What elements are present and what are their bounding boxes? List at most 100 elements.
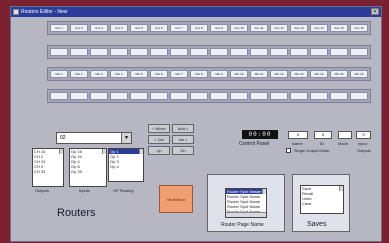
saves-list[interactable]: Save Recall Undo Clear bbox=[300, 185, 344, 214]
inputs-list-scrollbar[interactable] bbox=[102, 149, 106, 154]
router-cell[interactable] bbox=[290, 48, 308, 56]
router-cell[interactable]: Aux 9 bbox=[210, 24, 228, 32]
app-icon[interactable] bbox=[13, 9, 19, 15]
router-cell[interactable] bbox=[350, 48, 368, 56]
router-cell[interactable]: Aux 13 bbox=[290, 24, 308, 32]
router-cell[interactable]: Aux 14 bbox=[310, 24, 328, 32]
list-item[interactable]: Clear bbox=[301, 201, 343, 206]
router-cell[interactable] bbox=[310, 92, 328, 100]
up-button[interactable]: Up bbox=[148, 146, 170, 155]
router-cell[interactable] bbox=[350, 92, 368, 100]
routers-label: Routers bbox=[57, 207, 96, 219]
router-cell[interactable] bbox=[330, 48, 348, 56]
move-button[interactable]: < Move bbox=[148, 124, 170, 133]
router-panel-row-4 bbox=[47, 89, 371, 103]
router-cell[interactable] bbox=[210, 48, 228, 56]
op-routing-list[interactable]: Op 1 Op 2 Op 3 Op 4 bbox=[108, 148, 144, 182]
outputs-list[interactable]: CH 16 CH 2 CH 24 CH 4 CH 33 bbox=[32, 148, 64, 187]
router-cell[interactable]: Mix 14 bbox=[310, 70, 328, 78]
router-cell[interactable] bbox=[150, 92, 168, 100]
router-cell[interactable] bbox=[70, 92, 88, 100]
router-select[interactable]: 02 ▼ bbox=[56, 132, 132, 144]
router-cell[interactable]: Aux 6 bbox=[150, 24, 168, 32]
router-cell[interactable] bbox=[90, 48, 108, 56]
router-cell[interactable] bbox=[90, 92, 108, 100]
field-3[interactable] bbox=[338, 131, 352, 139]
router-cell[interactable]: Mix 11 bbox=[250, 70, 268, 78]
router-cell[interactable] bbox=[110, 92, 128, 100]
router-cell[interactable] bbox=[130, 48, 148, 56]
router-cell[interactable] bbox=[290, 92, 308, 100]
router-cell[interactable]: Aux 8 bbox=[190, 24, 208, 32]
router-cell[interactable] bbox=[250, 48, 268, 56]
field-4[interactable]: 0 bbox=[356, 131, 371, 139]
field-3-label: Mode bbox=[338, 141, 349, 146]
router-cell[interactable] bbox=[210, 92, 228, 100]
down-button[interactable]: Dn bbox=[172, 146, 194, 155]
router-page-list[interactable]: Router Spot Master Router Spot Name Router… bbox=[225, 188, 267, 218]
router-cell[interactable] bbox=[330, 92, 348, 100]
mute-mod-button[interactable]: Mute/Mod bbox=[159, 185, 193, 213]
router-cell[interactable]: Mix 12 bbox=[270, 70, 288, 78]
router-cell[interactable] bbox=[70, 48, 88, 56]
router-cell[interactable]: Mix 5 bbox=[130, 70, 148, 78]
router-cell[interactable] bbox=[170, 48, 188, 56]
router-cell[interactable]: Aux 15 bbox=[330, 24, 348, 32]
router-cell[interactable]: Mix 9 bbox=[210, 70, 228, 78]
op-routing-scrollbar[interactable] bbox=[139, 149, 143, 154]
router-cell[interactable] bbox=[150, 48, 168, 56]
router-cell[interactable]: Aux 1 bbox=[50, 24, 68, 32]
router-cell[interactable]: Mix 10 bbox=[230, 70, 248, 78]
router-cell[interactable]: Mix 3 bbox=[90, 70, 108, 78]
router-cell[interactable] bbox=[190, 92, 208, 100]
list-item[interactable]: Op 4 bbox=[109, 164, 143, 169]
router-cell[interactable]: Aux 16 bbox=[350, 24, 368, 32]
saves-scrollbar[interactable] bbox=[339, 186, 343, 191]
router-cell[interactable] bbox=[190, 48, 208, 56]
inputs-list[interactable]: Op 16 Op 24 Op 4 Op 8 Op 25 bbox=[69, 148, 107, 187]
list-item[interactable]: CH 33 bbox=[33, 169, 63, 174]
router-cell[interactable] bbox=[270, 92, 288, 100]
router-cell[interactable]: Mix 4 bbox=[110, 70, 128, 78]
router-cell[interactable]: Aux 2 bbox=[70, 24, 88, 32]
router-cell[interactable] bbox=[110, 48, 128, 56]
router-cell[interactable]: Mix 8 bbox=[190, 70, 208, 78]
router-cell[interactable]: Aux 4 bbox=[110, 24, 128, 32]
router-cell[interactable]: Mix 16 bbox=[350, 70, 368, 78]
single-output-checkbox[interactable] bbox=[286, 148, 291, 153]
field-2[interactable]: 0 bbox=[314, 131, 332, 139]
router-cell[interactable]: Mix 13 bbox=[290, 70, 308, 78]
router-cell[interactable]: Mix 6 bbox=[150, 70, 168, 78]
add-button[interactable]: Add > bbox=[172, 124, 194, 133]
single-output-label: Single Output Mode bbox=[294, 148, 330, 153]
outputs-list-scrollbar[interactable] bbox=[59, 149, 63, 154]
list-item[interactable]: Op 25 bbox=[70, 169, 106, 174]
close-button[interactable]: ✕ bbox=[371, 8, 379, 15]
outputs-right-label: Outputs bbox=[357, 148, 372, 153]
chevron-down-icon[interactable]: ▼ bbox=[121, 133, 131, 143]
router-cell[interactable]: Aux 12 bbox=[270, 24, 288, 32]
router-cell[interactable]: Aux 7 bbox=[170, 24, 188, 32]
router-cell[interactable]: Aux 5 bbox=[130, 24, 148, 32]
router-cell[interactable]: Mix 7 bbox=[170, 70, 188, 78]
router-cell[interactable] bbox=[170, 92, 188, 100]
router-cell[interactable] bbox=[50, 48, 68, 56]
router-page-hscrollbar[interactable] bbox=[226, 212, 266, 217]
router-cell[interactable] bbox=[230, 92, 248, 100]
router-cell[interactable] bbox=[230, 48, 248, 56]
router-cell[interactable]: Aux 11 bbox=[250, 24, 268, 32]
router-cell[interactable] bbox=[130, 92, 148, 100]
field-1[interactable]: 0 bbox=[288, 131, 308, 139]
router-cell[interactable]: Mix 2 bbox=[70, 70, 88, 78]
router-cell[interactable]: Mix 15 bbox=[330, 70, 348, 78]
router-cell[interactable] bbox=[50, 92, 68, 100]
router-cell[interactable] bbox=[250, 92, 268, 100]
router-cell[interactable]: Mix 1 bbox=[50, 70, 68, 78]
router-cell[interactable]: Aux 10 bbox=[230, 24, 248, 32]
delete-button[interactable]: < Del bbox=[148, 135, 170, 144]
router-cell[interactable] bbox=[310, 48, 328, 56]
insert-button[interactable]: Ins > bbox=[172, 135, 194, 144]
router-page-scrollbar[interactable] bbox=[262, 189, 266, 194]
router-cell[interactable]: Aux 3 bbox=[90, 24, 108, 32]
router-cell[interactable] bbox=[270, 48, 288, 56]
